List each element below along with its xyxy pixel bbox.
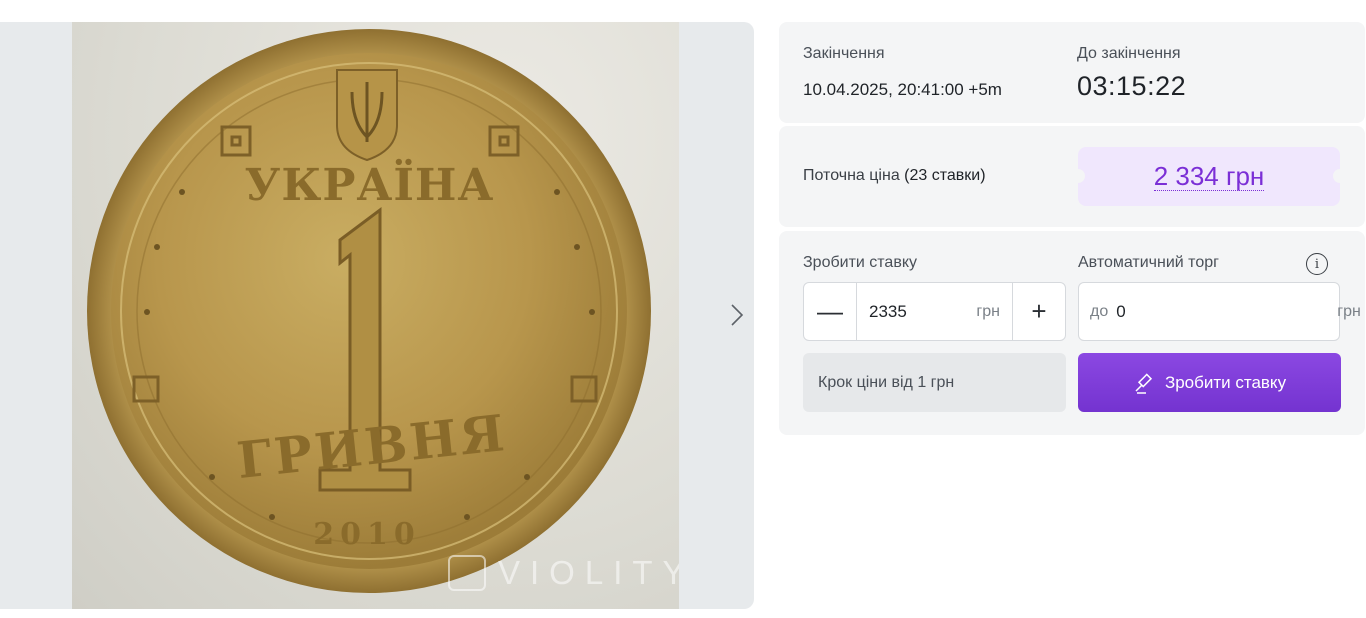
auto-bid-prefix: до — [1090, 302, 1109, 320]
current-price-value[interactable]: 2 334 грн — [1153, 162, 1265, 191]
price-ticket: 2 334 грн — [1071, 147, 1347, 206]
bid-card: Зробити ставку Автоматичний торг i — грн… — [779, 231, 1365, 435]
remaining-label: До закінчення — [1077, 45, 1181, 62]
watermark: VIOLITY — [448, 554, 679, 592]
next-image-button[interactable] — [722, 300, 752, 330]
price-step-note: Крок ціни від 1 грн — [803, 353, 1066, 412]
increase-bid-button[interactable]: + — [1012, 283, 1065, 340]
bids-count[interactable]: (23 ставки) — [904, 167, 985, 184]
place-bid-button[interactable]: Зробити ставку — [1078, 353, 1341, 412]
auction-page: УКРАЇНА ГРИВНЯ 2010 VIOLITY Закінчення 1… — [0, 0, 1366, 618]
current-price-card: Поточна ціна (23 ставки) 2 334 грн — [779, 126, 1365, 227]
coin-top-text: УКРАЇНА — [244, 160, 495, 211]
bid-amount-stepper: — грн + — [803, 282, 1066, 341]
gavel-icon — [1135, 372, 1153, 394]
end-info-card: Закінчення 10.04.2025, 20:41:00 +5m До з… — [779, 22, 1365, 123]
lot-photo[interactable]: УКРАЇНА ГРИВНЯ 2010 VIOLITY — [72, 22, 679, 609]
make-bid-label: Зробити ставку — [803, 254, 917, 271]
chevron-right-icon — [731, 304, 744, 326]
bid-currency: грн — [976, 302, 1000, 320]
end-label: Закінчення — [803, 45, 885, 62]
current-price-label: Поточна ціна (23 ставки) — [803, 167, 986, 184]
coin-year: 2010 — [313, 517, 421, 552]
decrease-bid-button[interactable]: — — [804, 283, 857, 340]
auto-bid-field: до грн — [1078, 282, 1361, 341]
place-bid-label: Зробити ставку — [1164, 372, 1287, 392]
auto-bid-currency: грн — [1337, 302, 1361, 320]
countdown-timer: 03:15:22 — [1077, 71, 1187, 101]
image-gallery: УКРАЇНА ГРИВНЯ 2010 VIOLITY — [0, 22, 754, 609]
bid-amount-input[interactable] — [869, 301, 959, 322]
end-datetime: 10.04.2025, 20:41:00 +5m — [803, 80, 1002, 99]
auto-bid-input[interactable] — [1116, 301, 1338, 322]
auto-bid-label: Автоматичний торг — [1078, 254, 1219, 271]
info-icon[interactable]: i — [1306, 253, 1328, 275]
watermark-logo-icon — [448, 555, 486, 591]
